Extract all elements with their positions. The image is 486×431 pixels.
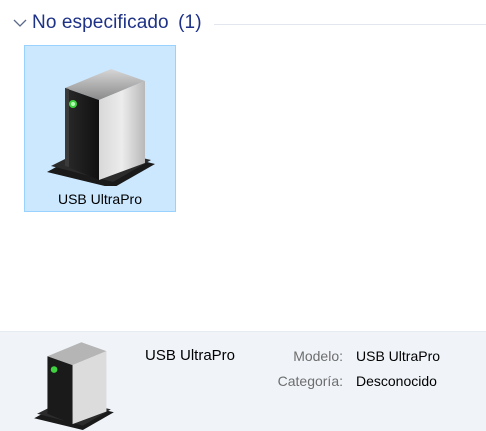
- model-label: Modelo:: [293, 348, 343, 364]
- details-pane: USB UltraPro Modelo: USB UltraPro Catego…: [0, 331, 486, 431]
- group-header-unspecified[interactable]: No especificado (1): [12, 8, 486, 38]
- device-label: USB UltraPro: [57, 191, 143, 207]
- model-value: USB UltraPro: [356, 348, 441, 364]
- category-value: Desconocido: [356, 373, 437, 389]
- device-tile-usb-ultrapro[interactable]: USB UltraPro: [24, 45, 176, 212]
- devices-window: No especificado (1) USB UltraPro USB Ult…: [0, 0, 486, 431]
- group-divider: [213, 23, 486, 25]
- category-label: Categoría:: [277, 373, 343, 389]
- generic-device-icon: [34, 340, 114, 430]
- details-device-name: USB UltraPro: [145, 347, 236, 364]
- group-title: No especificado (1): [32, 12, 202, 34]
- group-count: (1): [178, 12, 202, 33]
- group-title-text: No especificado: [32, 12, 169, 33]
- chevron-down-icon[interactable]: [12, 15, 28, 31]
